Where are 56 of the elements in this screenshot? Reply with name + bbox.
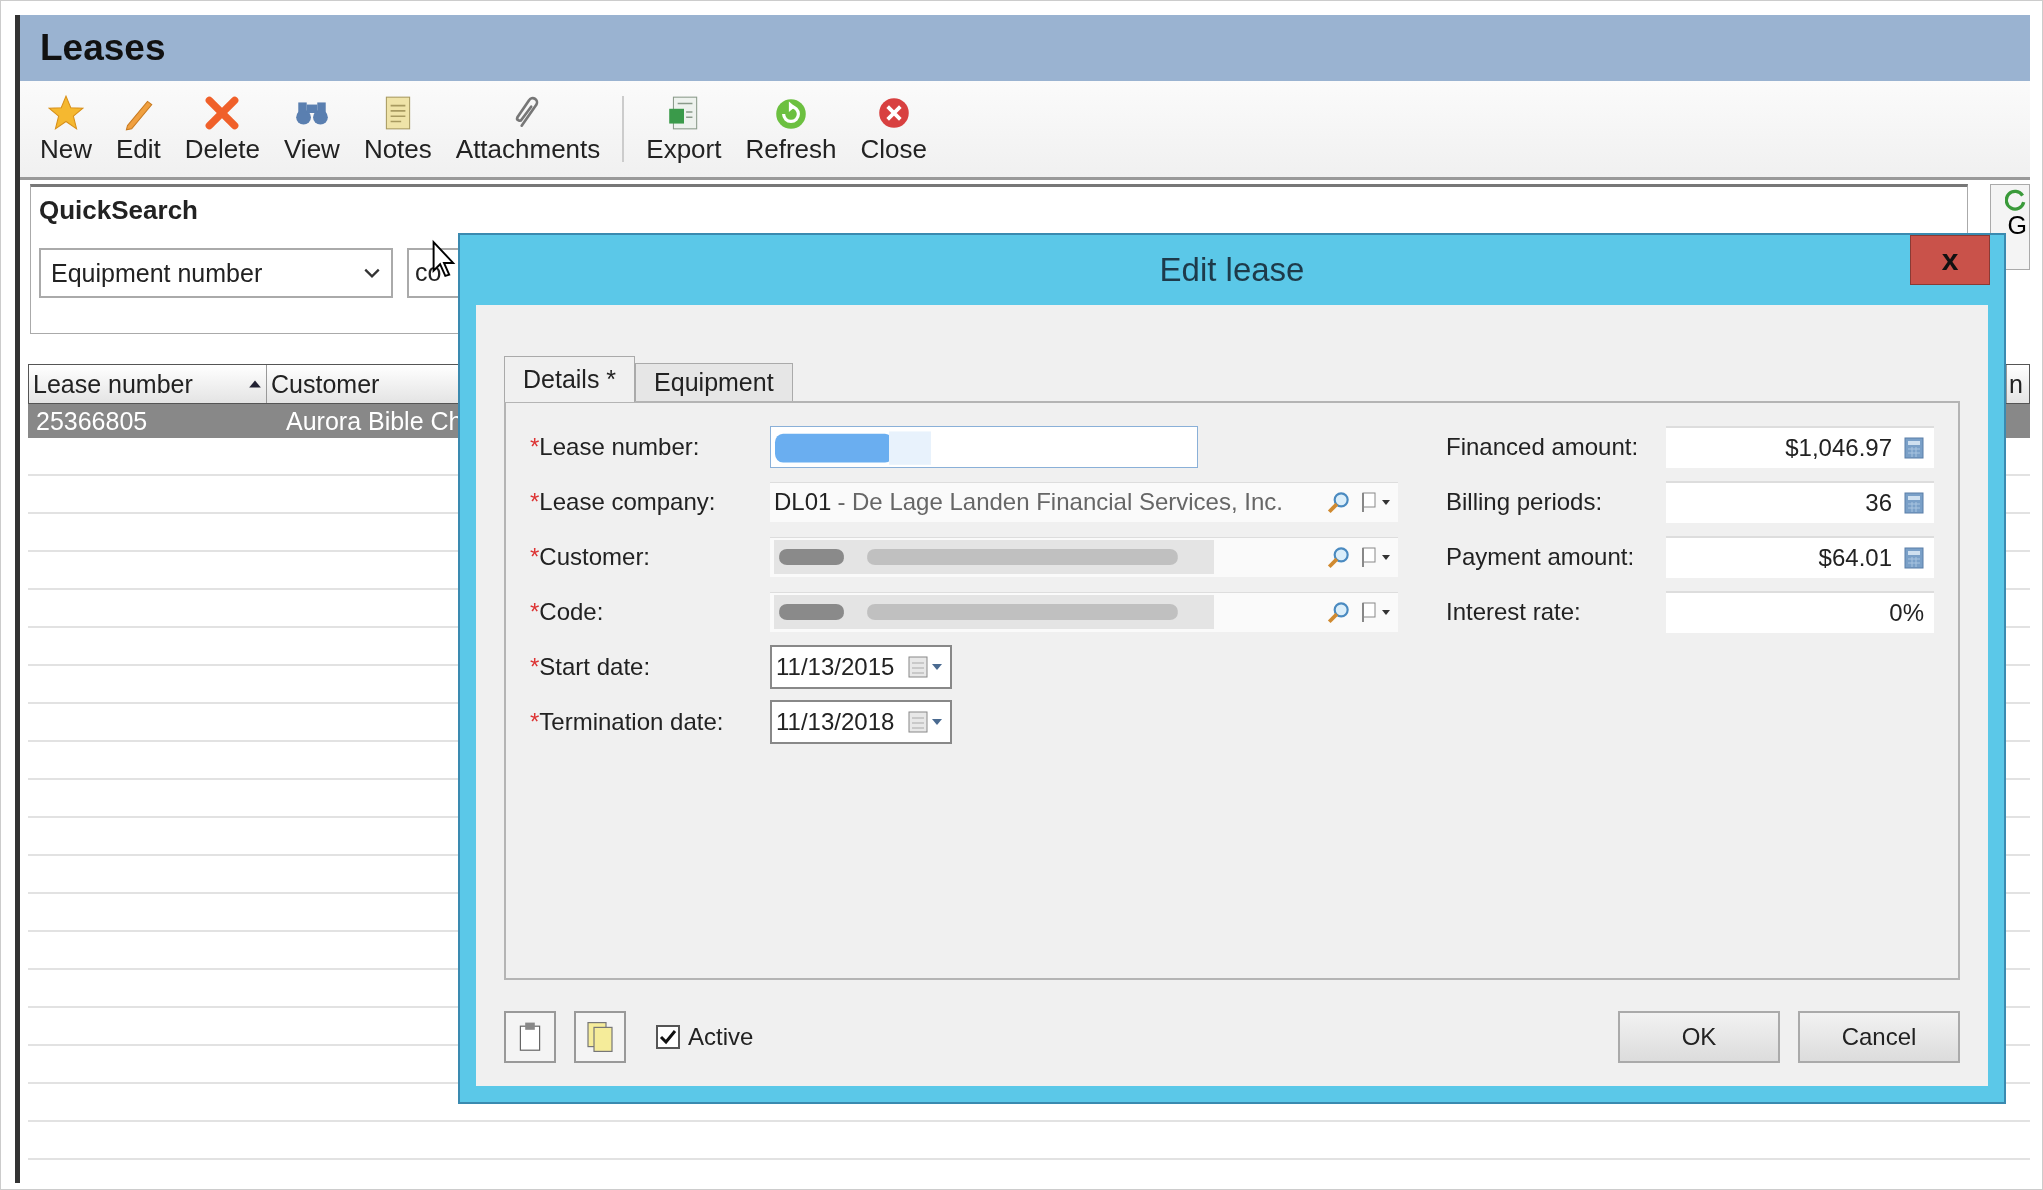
window-title: Leases	[40, 27, 166, 69]
number-field[interactable]: 36	[1666, 480, 1934, 523]
date-field[interactable]: 11/13/2018	[770, 699, 952, 744]
table-cell-text: 25366805	[35, 406, 149, 436]
toolbar-button[interactable]: Edit	[108, 93, 169, 165]
date-field[interactable]: 11/13/2015	[770, 644, 952, 689]
active-checkbox[interactable]	[656, 1025, 680, 1049]
field-label: *Start date:	[530, 652, 652, 681]
toolbar-button[interactable]: Export	[638, 93, 730, 165]
field-label: *Lease company:	[530, 487, 717, 516]
quicksearch-title: QuickSearch	[39, 195, 199, 226]
tab[interactable]: Equipment	[635, 363, 793, 401]
field-label: Financed amount:	[1446, 432, 1640, 461]
calculator-icon[interactable]	[1904, 546, 1924, 569]
delete-icon	[203, 93, 242, 132]
copy-button[interactable]	[574, 1011, 626, 1063]
number-field[interactable]: $1,046.97	[1666, 425, 1934, 468]
toolbar-button[interactable]: Notes	[355, 93, 440, 165]
field-label: Payment amount:	[1446, 542, 1636, 571]
field-label: Interest rate:	[1446, 597, 1582, 626]
dialog-title: Edit lease	[1159, 251, 1305, 289]
field-label: *Lease number:	[530, 432, 701, 461]
toolbar-button[interactable]: Delete	[176, 93, 268, 165]
search-icon[interactable]	[1326, 544, 1352, 570]
toolbar-button[interactable]: View	[276, 93, 348, 165]
toolbar-button[interactable]: Close	[852, 93, 935, 165]
number-field[interactable]: 0%	[1666, 590, 1934, 633]
toolbar-button[interactable]: New	[32, 93, 100, 165]
column-header[interactable]: n	[2007, 365, 2029, 403]
calculator-icon[interactable]	[1904, 491, 1924, 514]
chevron-icon	[363, 267, 381, 279]
dialog-button[interactable]: Cancel	[1798, 1011, 1960, 1063]
lookup-field[interactable]	[770, 591, 1398, 632]
star-icon	[47, 93, 85, 132]
field-label: *Customer:	[530, 542, 652, 571]
toolbar-button[interactable]: Attachments	[447, 93, 609, 165]
tab[interactable]: Details *	[504, 356, 636, 402]
refresh-icon	[2005, 189, 2027, 211]
toolbar-button[interactable]: Refresh	[737, 93, 845, 165]
search-icon[interactable]	[1326, 489, 1352, 515]
lease-number-field[interactable]	[770, 425, 1198, 468]
search-field-dropdown[interactable]: Equipment number	[39, 248, 393, 298]
calculator-icon[interactable]	[1904, 436, 1924, 459]
field-label: *Code:	[530, 597, 605, 626]
lookup-field[interactable]	[770, 536, 1398, 577]
checkbox-label: Active	[688, 1023, 754, 1051]
column-header[interactable]: Lease number	[29, 365, 267, 403]
number-field[interactable]: $64.01	[1666, 535, 1934, 578]
search-icon[interactable]	[1326, 599, 1352, 625]
paste-button[interactable]	[504, 1011, 556, 1063]
dialog-button[interactable]: OK	[1618, 1011, 1780, 1063]
field-label: *Termination date:	[530, 707, 725, 736]
sort-arrow-icon	[248, 379, 262, 389]
dialog-close-button[interactable]: x	[1910, 235, 1990, 285]
field-label: Billing periods:	[1446, 487, 1604, 516]
lookup-field[interactable]: DL01 - De Lage Landen Financial Services, Inc.	[770, 481, 1398, 522]
